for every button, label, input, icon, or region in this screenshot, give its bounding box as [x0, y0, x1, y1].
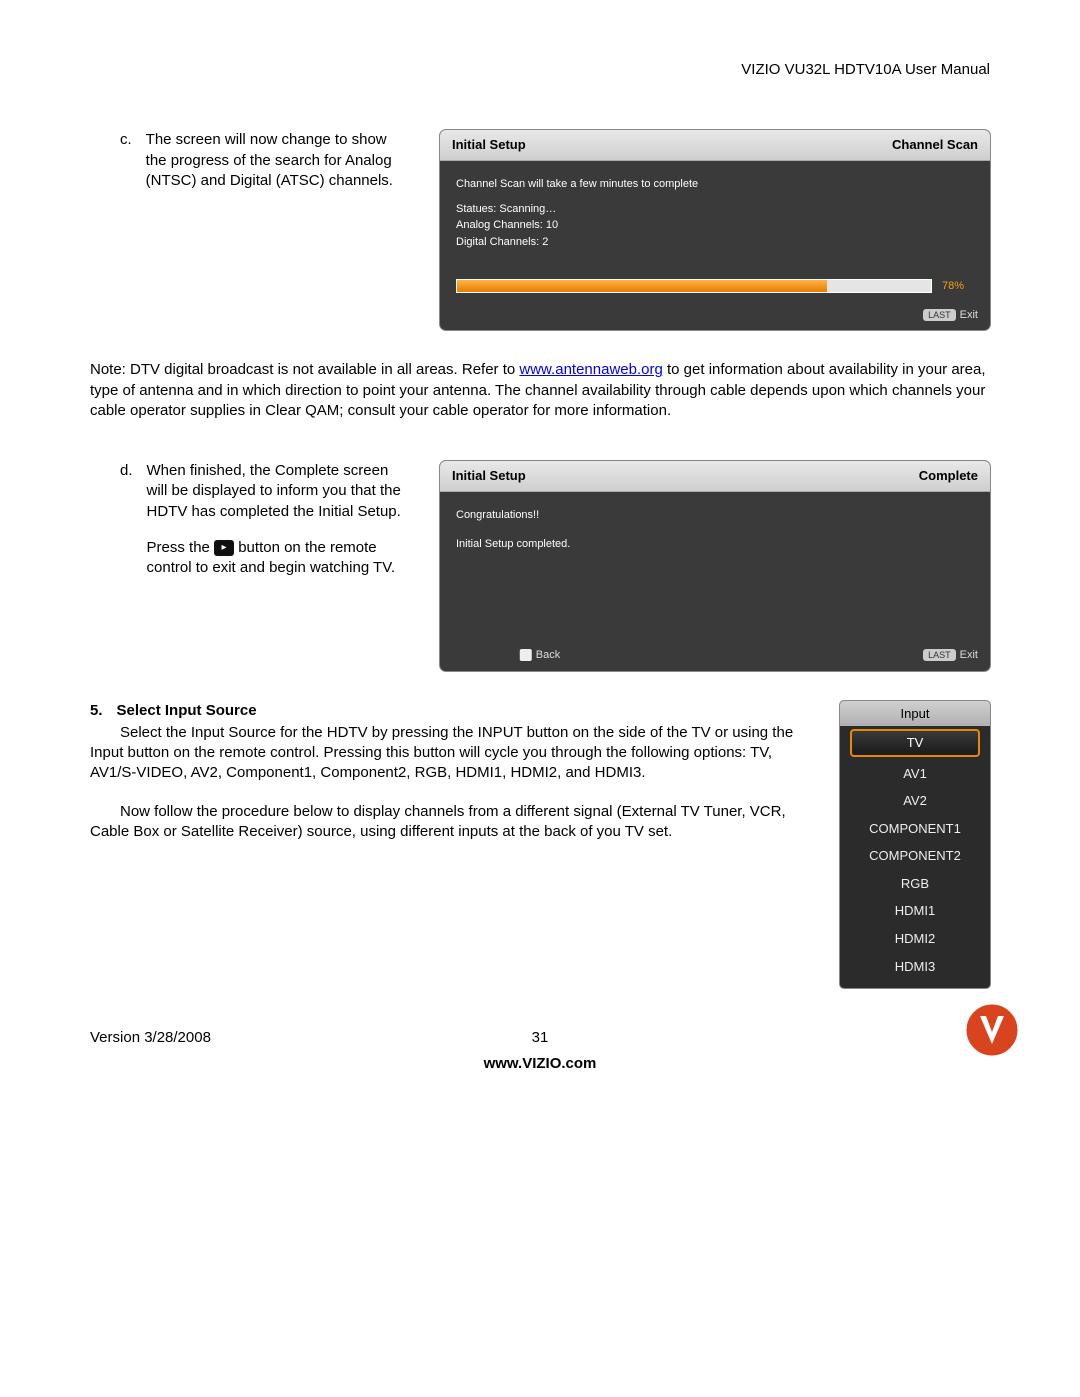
complete-title-left: Initial Setup — [452, 467, 526, 485]
osd-title-right: Channel Scan — [892, 136, 978, 154]
section-5-text: 5. Select Input Source Select the Input … — [90, 701, 810, 843]
step-d-press: Press the ▸ button on the remote control… — [147, 538, 410, 579]
footer-url: www.VIZIO.com — [90, 1054, 990, 1074]
step-d-letter: d. — [120, 461, 133, 578]
section-5-para2: Now follow the procedure below to displa… — [90, 802, 810, 843]
note-prefix: Note: DTV digital broadcast is not avail… — [90, 361, 519, 378]
back-label-wrap: Back — [520, 648, 560, 663]
antennaweb-link[interactable]: www.antennaweb.org — [519, 361, 662, 378]
step-d-item: d. When finished, the Complete screen wi… — [90, 461, 410, 578]
completed-line: Initial Setup completed. — [456, 537, 974, 552]
complete-osd: Initial Setup Complete Congratulations!!… — [440, 461, 990, 670]
step-d-para1: When finished, the Complete screen will … — [147, 461, 410, 522]
step-c-item: c. The screen will now change to show th… — [90, 130, 410, 191]
progress-fill — [457, 280, 827, 292]
osd-exit: LASTExit — [923, 308, 978, 323]
scan-msg: Channel Scan will take a few minutes to … — [456, 177, 974, 192]
section-5-number: 5. — [90, 701, 103, 721]
manual-header: VIZIO VU32L HDTV10A User Manual — [90, 60, 990, 80]
osd-body: Channel Scan will take a few minutes to … — [440, 161, 990, 271]
input-item-hdmi3[interactable]: HDMI3 — [840, 953, 990, 981]
input-item-tv[interactable]: TV — [850, 729, 980, 757]
section-5: 5. Select Input Source Select the Input … — [90, 701, 990, 988]
input-item-component1[interactable]: COMPONENT1 — [840, 815, 990, 843]
input-item-hdmi2[interactable]: HDMI2 — [840, 925, 990, 953]
step-c-letter: c. — [120, 130, 132, 191]
section-5-para1: Select the Input Source for the HDTV by … — [90, 723, 810, 784]
input-item-av1[interactable]: AV1 — [840, 760, 990, 788]
step-d-body: When finished, the Complete screen will … — [147, 461, 410, 578]
progress-pct: 78% — [942, 279, 974, 294]
step-d-row: d. When finished, the Complete screen wi… — [90, 461, 990, 670]
channel-scan-osd: Initial Setup Channel Scan Channel Scan … — [440, 130, 990, 330]
play-button-icon: ▸ — [214, 540, 234, 556]
complete-footer: Back LASTExit — [440, 642, 990, 671]
progress-row: 78% — [440, 271, 990, 302]
osd-footer: LASTExit — [440, 302, 990, 331]
section-5-heading: Select Input Source — [117, 701, 257, 721]
complete-title-right: Complete — [919, 467, 978, 485]
section-5-heading-row: 5. Select Input Source — [90, 701, 810, 721]
osd-header: Initial Setup Channel Scan — [440, 130, 990, 161]
input-menu-header: Input — [840, 701, 990, 727]
scan-digital: Digital Channels: 2 — [456, 235, 974, 250]
last-pill-icon-2: LAST — [923, 649, 956, 661]
page-footer: Version 3/28/2008 31 — [90, 1028, 990, 1048]
back-label: Back — [536, 649, 560, 661]
note-paragraph: Note: DTV digital broadcast is not avail… — [90, 360, 990, 421]
last-pill-icon: LAST — [923, 309, 956, 321]
input-item-hdmi1[interactable]: HDMI1 — [840, 897, 990, 925]
page-number: 31 — [532, 1028, 549, 1048]
vizio-logo-icon — [964, 1002, 1020, 1058]
input-item-component2[interactable]: COMPONENT2 — [840, 842, 990, 870]
progress-bar — [456, 279, 932, 293]
input-item-rgb[interactable]: RGB — [840, 870, 990, 898]
back-icon — [520, 649, 532, 661]
osd-header-complete: Initial Setup Complete — [440, 461, 990, 492]
input-item-av2[interactable]: AV2 — [840, 787, 990, 815]
scan-analog: Analog Channels: 10 — [456, 218, 974, 233]
step-c-text: The screen will now change to show the p… — [146, 130, 410, 191]
input-menu-list: TVAV1AV2COMPONENT1COMPONENT2RGBHDMI1HDMI… — [840, 729, 990, 980]
step-c-row: c. The screen will now change to show th… — [90, 130, 990, 330]
complete-body: Congratulations!! Initial Setup complete… — [440, 492, 990, 642]
complete-exit: LASTExit — [923, 648, 978, 663]
press-prefix: Press the — [147, 539, 215, 556]
version-text: Version 3/28/2008 — [90, 1028, 211, 1048]
scan-status: Statues: Scanning… — [456, 202, 974, 217]
input-menu: Input TVAV1AV2COMPONENT1COMPONENT2RGBHDM… — [840, 701, 990, 988]
osd-title-left: Initial Setup — [452, 136, 526, 154]
congrats-line: Congratulations!! — [456, 508, 974, 523]
